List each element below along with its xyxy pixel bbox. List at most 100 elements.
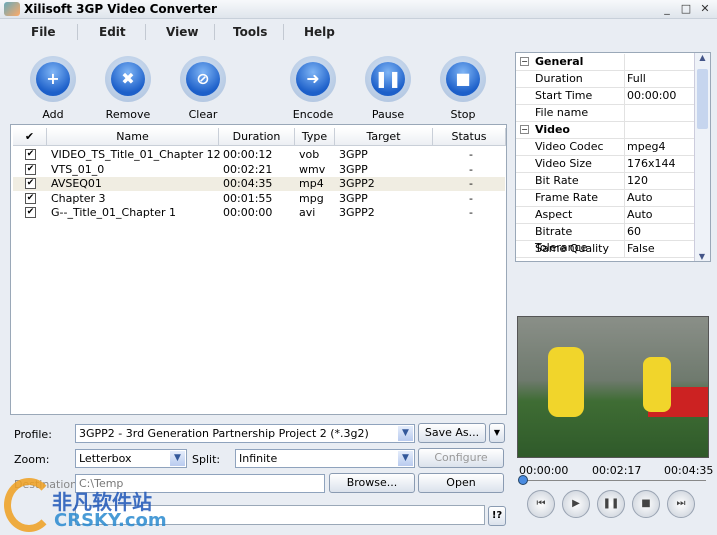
property-row[interactable]: File name (516, 105, 694, 122)
cell-target: 3GPP2 (339, 177, 375, 190)
property-value[interactable]: mpeg4 (627, 139, 665, 155)
chevron-down-icon[interactable]: ▼ (398, 451, 413, 466)
column-header[interactable]: ✔ (13, 128, 47, 146)
save-as-dropdown-button[interactable]: ▼ (489, 423, 505, 443)
properties-panel[interactable]: ▲ ▼ − General Duration Full Start Time 00:00:… (515, 52, 711, 262)
property-row[interactable]: Video Codec mpeg4 (516, 139, 694, 156)
cell-name: Chapter 3 (51, 191, 106, 205)
table-row[interactable]: ✔ G--_Title_01_Chapter 1 00:00:00 avi 3GPP2 - (13, 206, 505, 220)
stop-button[interactable]: ■ Stop (433, 56, 493, 121)
split-select[interactable]: Infinite ▼ (235, 449, 415, 468)
collapse-icon[interactable]: − (520, 125, 529, 134)
property-row[interactable]: Bit Rate 120 (516, 173, 694, 190)
menu-help[interactable]: Help (304, 25, 335, 39)
cell-name: G--_Title_01_Chapter 1 (51, 206, 177, 219)
scroll-up-icon[interactable]: ▲ (695, 53, 710, 67)
row-checkbox[interactable]: ✔ (25, 192, 36, 204)
help-button[interactable]: !? (488, 506, 506, 526)
property-row[interactable]: Aspect Auto (516, 207, 694, 224)
split-value: Infinite (239, 452, 278, 465)
row-checkbox[interactable]: ✔ (25, 149, 36, 160)
properties-scrollbar[interactable]: ▲ ▼ (694, 53, 710, 261)
row-checkbox[interactable]: ✔ (25, 163, 36, 175)
previous-button[interactable]: ⏮ (527, 490, 555, 518)
menu-file[interactable]: File (31, 25, 56, 39)
window-title: Xilisoft 3GP Video Converter (24, 2, 217, 16)
property-group[interactable]: − Video (516, 122, 694, 139)
property-value[interactable]: 00:00:00 (627, 88, 676, 104)
property-value[interactable]: Full (627, 71, 646, 87)
stop-icon: ■ (440, 56, 486, 102)
seek-track[interactable] (522, 480, 706, 481)
browse-button[interactable]: Browse... (329, 473, 415, 493)
property-value[interactable]: Auto (627, 207, 653, 223)
property-row[interactable]: Same Quality False (516, 241, 694, 258)
property-row[interactable]: Frame Rate Auto (516, 190, 694, 207)
cell-type: mpg (299, 191, 324, 205)
app-icon (4, 2, 20, 16)
remove-glyph: ✖ (111, 62, 145, 96)
add-button[interactable]: + Add (23, 56, 83, 121)
property-value[interactable]: 120 (627, 173, 648, 189)
stop-button[interactable]: ■ (632, 490, 660, 518)
next-button[interactable]: ⏭ (667, 490, 695, 518)
maximize-button[interactable]: □ (679, 3, 693, 16)
file-list[interactable]: ✔ Name Duration Type Target Status ✔ VIDEO_TS_T… (10, 124, 507, 415)
open-button[interactable]: Open (418, 473, 504, 493)
seek-handle[interactable] (518, 475, 528, 485)
table-row[interactable]: ✔ VTS_01_0 00:02:21 wmv 3GPP - (13, 163, 505, 177)
split-label: Split: (192, 453, 221, 466)
column-header[interactable]: Name (47, 128, 219, 146)
profile-select[interactable]: 3GPP2 - 3rd Generation Partnership Proje… (75, 424, 415, 443)
column-header[interactable]: Status (433, 128, 506, 146)
property-group[interactable]: − General (516, 54, 694, 71)
table-row[interactable]: ✔ Chapter 3 00:01:55 mpg 3GPP - (13, 192, 505, 206)
table-row[interactable]: ✔ VIDEO_TS_Title_01_Chapter 12 00:00:12 vob… (13, 148, 505, 162)
save-as-button[interactable]: Save As... (418, 423, 486, 443)
add-glyph: + (36, 62, 70, 96)
clear-button[interactable]: ⊘ Clear (173, 56, 233, 121)
menu-tools[interactable]: Tools (233, 25, 267, 39)
property-value[interactable]: 60 (627, 224, 641, 240)
time-end: 00:04:35 (664, 464, 714, 477)
pause-button[interactable]: ❚❚ Pause (358, 56, 418, 121)
property-row[interactable]: Video Size 176x144 (516, 156, 694, 173)
pause-button[interactable]: ❚❚ (597, 490, 625, 518)
configure-button[interactable]: Configure (418, 448, 504, 468)
time-start: 00:00:00 (519, 464, 569, 477)
chevron-down-icon[interactable]: ▼ (398, 426, 413, 441)
zoom-select[interactable]: Letterbox ▼ (75, 449, 187, 468)
minimize-button[interactable]: _ (660, 3, 674, 16)
table-row[interactable]: ✔ AVSEQ01 00:04:35 mp4 3GPP2 - (13, 177, 505, 191)
player-figure (643, 357, 671, 412)
property-value[interactable]: Auto (627, 190, 653, 206)
property-value[interactable]: False (627, 241, 655, 257)
scroll-down-icon[interactable]: ▼ (695, 252, 709, 261)
property-name: Bitrate Tolerance (535, 224, 625, 254)
logo-swoosh (4, 478, 54, 532)
property-name: File name (535, 105, 625, 121)
scroll-thumb[interactable] (697, 69, 708, 129)
time-mid: 00:02:17 (592, 464, 642, 477)
play-button[interactable]: ▶ (562, 490, 590, 518)
remove-button[interactable]: ✖ Remove (98, 56, 158, 121)
property-row[interactable]: Duration Full (516, 71, 694, 88)
pause-icon: ❚❚ (365, 56, 411, 102)
property-row[interactable]: Bitrate Tolerance 60 (516, 224, 694, 254)
property-value[interactable]: 176x144 (627, 156, 676, 172)
cell-type: mp4 (299, 177, 324, 190)
row-checkbox[interactable]: ✔ (25, 178, 36, 189)
column-header[interactable]: Target (335, 128, 433, 146)
menu-edit[interactable]: Edit (99, 25, 126, 39)
property-row[interactable]: Start Time 00:00:00 (516, 88, 694, 105)
row-checkbox[interactable]: ✔ (25, 207, 36, 218)
encode-button[interactable]: ➜ Encode (283, 56, 343, 121)
menu-view[interactable]: View (166, 25, 198, 39)
cell-status: - (469, 162, 473, 176)
property-name: Bit Rate (535, 173, 625, 189)
close-button[interactable]: ✕ (698, 3, 712, 16)
chevron-down-icon[interactable]: ▼ (170, 451, 185, 466)
column-header[interactable]: Type (295, 128, 335, 146)
column-header[interactable]: Duration (219, 128, 295, 146)
collapse-icon[interactable]: − (520, 57, 529, 66)
